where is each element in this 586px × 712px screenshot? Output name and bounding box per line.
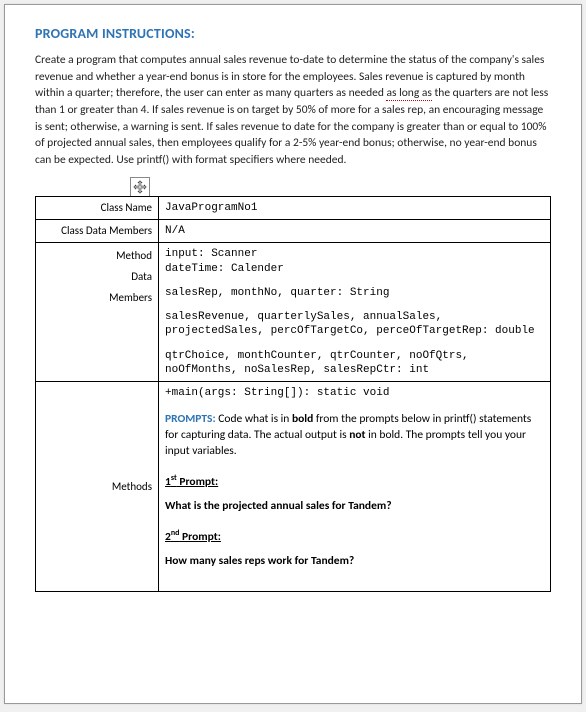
prompts-bold: not	[349, 428, 365, 442]
prompt-1-text: What is the projected annual sales for T…	[165, 498, 544, 514]
cell-class-name: JavaProgramNo1	[159, 196, 551, 219]
label-line: Data	[42, 270, 152, 283]
intro-paragraph: Create a program that computes annual sa…	[35, 52, 551, 169]
table-row: Class Data Members N/A	[36, 220, 551, 243]
cell-methods: +main(args: String[]): static void PROMP…	[159, 382, 551, 592]
prompt-word: Prompt:	[177, 475, 219, 489]
cell-method-data-members: input: Scanner dateTime: Calender salesR…	[159, 243, 551, 382]
row-label-method-data-members: Method Data Members	[36, 243, 159, 382]
code-line: dateTime: Calender	[165, 262, 544, 276]
prompts-paragraph: PROMPTS: Code what is in bold from the p…	[165, 411, 544, 459]
section-heading: PROGRAM INSTRUCTIONS:	[35, 25, 551, 42]
cell-class-data-members: N/A	[159, 220, 551, 243]
row-label-class-name: Class Name	[36, 196, 159, 219]
table-row: Methods +main(args: String[]): static vo…	[36, 382, 551, 592]
code-line: qtrChoice, monthCounter, qtrCounter, noO…	[165, 349, 544, 378]
code-line: salesRevenue, quarterlySales, annualSale…	[165, 310, 544, 339]
spellcheck-underline: as long as	[386, 86, 431, 101]
label-line: Method	[42, 249, 152, 262]
document-page: PROGRAM INSTRUCTIONS: Create a program t…	[4, 4, 582, 704]
table-move-handle-icon[interactable]	[130, 177, 150, 197]
prompts-heading: PROMPTS:	[165, 412, 216, 426]
prompt-2-label: 2nd Prompt:	[165, 528, 544, 545]
prompt-2-text: How many sales reps work for Tandem?	[165, 553, 544, 569]
row-label-class-data-members: Class Data Members	[36, 220, 159, 243]
prompt-1-label: 1st Prompt:	[165, 473, 544, 490]
code-line: salesRep, monthNo, quarter: String	[165, 286, 544, 300]
move-icon	[133, 180, 147, 194]
prompts-text: Code what is in	[216, 412, 292, 426]
spec-table: Class Name JavaProgramNo1 Class Data Mem…	[35, 196, 551, 592]
table-row: Class Name JavaProgramNo1	[36, 196, 551, 219]
method-signature: +main(args: String[]): static void	[165, 386, 544, 400]
label-line: Members	[42, 291, 152, 304]
code-line: input: Scanner	[165, 247, 544, 261]
outdent-label: Class Data Members	[0, 224, 152, 237]
table-row: Method Data Members input: Scanner dateT…	[36, 243, 551, 382]
prompt-word: Prompt:	[179, 530, 221, 544]
prompts-bold: bold	[292, 412, 313, 426]
row-label-methods: Methods	[36, 382, 159, 592]
